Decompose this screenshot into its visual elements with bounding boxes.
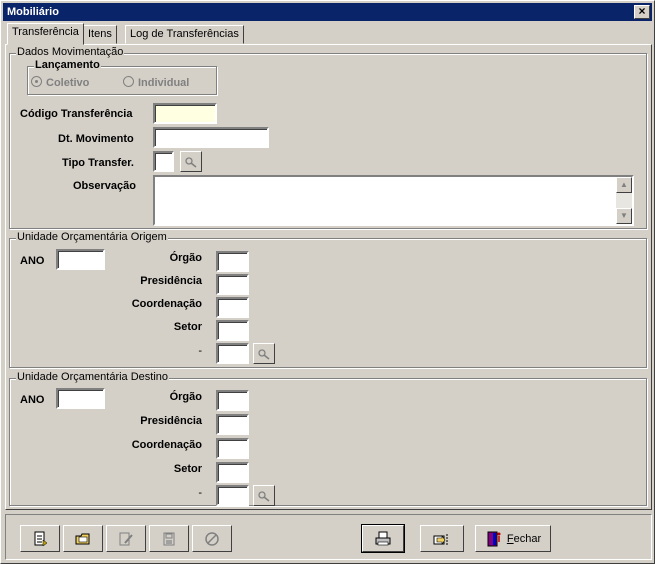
codigo-transferencia-input[interactable] [153, 103, 217, 124]
print-button[interactable] [361, 524, 405, 553]
tab-log-transferencias[interactable]: Log de Transferências [125, 25, 244, 44]
lancamento-group: Lançamento Coletivo Individual [27, 59, 217, 95]
unidade-origem-group: Unidade Orçamentária Origem ANO Órgão Pr… [9, 231, 647, 368]
presidencia-label: Presidência [140, 415, 202, 427]
destino-orgao-input[interactable] [216, 390, 249, 411]
radio-dot [31, 76, 42, 87]
radio-coletivo[interactable]: Coletivo [31, 76, 89, 89]
new-document-icon [34, 531, 48, 546]
observacao-label: Observação [73, 180, 136, 192]
save-icon [163, 532, 175, 545]
fechar-label: Fechar [507, 533, 541, 545]
extra-label: - [198, 487, 202, 499]
setor-label: Setor [173, 463, 202, 475]
presidencia-label: Presidência [140, 275, 202, 287]
destino-presidencia-input[interactable] [216, 414, 249, 435]
group-title: Unidade Orçamentária Destino [16, 371, 170, 383]
window-title: Mobiliário [7, 6, 59, 18]
new-button[interactable] [20, 525, 60, 552]
tipo-lookup-button[interactable] [180, 151, 202, 172]
fechar-mnemonic: F [506, 532, 514, 545]
group-title: Dados Movimentação [16, 46, 125, 58]
origem-orgao-input[interactable] [216, 251, 249, 272]
search-icon [258, 490, 270, 502]
dt-movimento-label: Dt. Movimento [58, 133, 134, 145]
mobiliario-window: Mobiliário × Transferência Itens Log de … [0, 0, 655, 564]
ano-label: ANO [20, 394, 45, 406]
save-button[interactable] [149, 525, 189, 552]
destino-extra-input[interactable] [216, 485, 249, 506]
door-exit-icon [487, 531, 501, 546]
edit-icon [119, 532, 133, 545]
tab-panel: Dados Movimentação Lançamento Coletivo I… [5, 44, 652, 510]
export-icon [433, 533, 448, 545]
tipo-transfer-input[interactable] [153, 151, 174, 172]
bottom-toolbar: Fechar [5, 514, 652, 560]
orgao-label: Órgão [169, 391, 202, 403]
destino-coordenacao-input[interactable] [216, 438, 249, 459]
origem-coordenacao-input[interactable] [216, 297, 249, 318]
radio-individual[interactable]: Individual [123, 76, 189, 89]
fechar-label-rest: echar [513, 532, 542, 545]
destino-ano-input[interactable] [56, 388, 105, 409]
tab-label: Transferência [12, 26, 79, 38]
destino-lookup-button[interactable] [253, 485, 275, 506]
extra-label: - [198, 345, 202, 357]
search-icon [185, 156, 197, 168]
scroll-up-icon[interactable]: ▲ [616, 177, 632, 193]
print-icon [375, 531, 391, 545]
cancel-icon [205, 531, 219, 546]
group-title: Lançamento [34, 59, 101, 71]
coordenacao-label: Coordenação [131, 298, 202, 310]
tab-label: Log de Transferências [130, 28, 239, 40]
destino-setor-input[interactable] [216, 462, 249, 483]
edit-button[interactable] [106, 525, 146, 552]
open-folder-icon [75, 533, 90, 544]
origem-presidencia-input[interactable] [216, 274, 249, 295]
radio-label: Coletivo [46, 77, 90, 89]
cancel-button[interactable] [192, 525, 232, 552]
tab-transferencia[interactable]: Transferência [7, 23, 84, 45]
codigo-label: Código Transferência [20, 108, 133, 120]
group-title: Unidade Orçamentária Origem [16, 231, 168, 243]
origem-ano-input[interactable] [56, 249, 105, 270]
radio-label: Individual [138, 77, 190, 89]
fechar-button[interactable]: Fechar [475, 525, 551, 552]
unidade-destino-group: Unidade Orçamentária Destino ANO Órgão P… [9, 371, 647, 506]
dt-movimento-input[interactable] [153, 127, 269, 148]
search-icon [258, 348, 270, 360]
title-bar: Mobiliário × [3, 3, 652, 21]
tab-itens[interactable]: Itens [83, 25, 117, 44]
dados-movimentacao-group: Dados Movimentação Lançamento Coletivo I… [9, 46, 647, 229]
close-icon[interactable]: × [634, 5, 650, 19]
coordenacao-label: Coordenação [131, 439, 202, 451]
origem-setor-input[interactable] [216, 320, 249, 341]
tipo-transfer-label: Tipo Transfer. [62, 157, 134, 169]
observacao-textarea[interactable]: ▲ ▼ [153, 175, 634, 226]
origem-extra-input[interactable] [216, 343, 249, 364]
setor-label: Setor [173, 321, 202, 333]
origem-lookup-button[interactable] [253, 343, 275, 364]
orgao-label: Órgão [169, 252, 202, 264]
open-button[interactable] [63, 525, 103, 552]
ano-label: ANO [20, 255, 45, 267]
observacao-scrollbar[interactable]: ▲ ▼ [616, 177, 632, 224]
tab-label: Itens [88, 28, 112, 40]
radio-dot [123, 76, 134, 87]
scroll-down-icon[interactable]: ▼ [616, 208, 632, 224]
export-button[interactable] [420, 525, 464, 552]
